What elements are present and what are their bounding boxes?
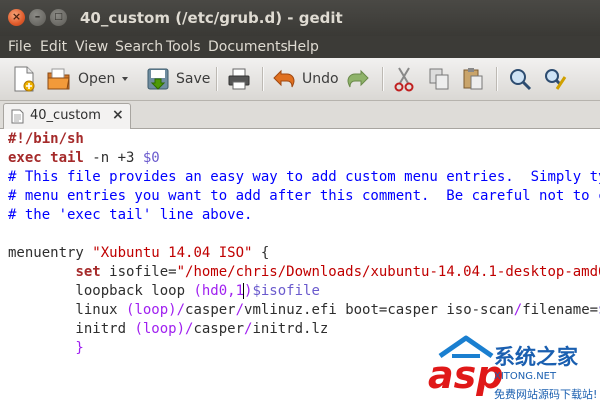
code-token: / — [235, 302, 245, 318]
replace-icon — [543, 67, 567, 91]
open-recent-dropdown[interactable] — [120, 63, 130, 95]
replace-button[interactable] — [543, 63, 567, 95]
code-token: loopback loop — [8, 283, 194, 299]
code-token: (hd0,1 — [193, 283, 245, 299]
toolbar-separator — [382, 67, 384, 91]
document-icon — [11, 109, 24, 128]
code-token: "/home/chris/Downloads/xubuntu-14.04.1-d… — [176, 264, 600, 280]
toolbar-separator — [262, 67, 264, 91]
code-token: set — [75, 264, 101, 280]
code-content: #!/bin/sh exec tail -n +3 $0 # This file… — [8, 130, 600, 358]
minimize-window-button[interactable]: – — [29, 9, 46, 26]
new-document-icon — [12, 65, 36, 93]
comment-line: # menu entries you want to add after thi… — [8, 188, 600, 204]
undo-button[interactable]: Undo — [272, 63, 339, 95]
open-label: Open — [78, 71, 116, 87]
copy-button[interactable] — [428, 63, 450, 95]
menu-bar: File Edit View Search Tools Documents He… — [0, 36, 600, 58]
watermark-brand: asp — [428, 353, 503, 397]
tab-label: 40_custom — [30, 108, 101, 123]
window-title: 40_custom (/etc/grub.d) - gedit — [80, 9, 343, 27]
maximize-icon: □ — [54, 12, 63, 22]
comment-line: # the 'exec tail' line above. — [8, 207, 253, 223]
tab-strip: 40_custom × — [0, 101, 600, 129]
menu-file[interactable]: File — [8, 36, 31, 58]
code-token: casper — [185, 302, 236, 318]
menu-view[interactable]: View — [75, 36, 108, 58]
minimize-icon: – — [34, 10, 41, 23]
paste-button[interactable] — [462, 63, 484, 95]
code-token: { — [252, 245, 270, 261]
dropdown-arrow-icon — [120, 74, 130, 84]
close-window-button[interactable]: × — [8, 9, 25, 26]
open-folder-icon — [46, 66, 72, 92]
code-token: vmlinuz.efi boot=casper iso-scan — [244, 302, 514, 318]
code-token: filename= — [522, 302, 599, 318]
gedit-window: × – □ 40_custom (/etc/grub.d) - gedit Fi… — [0, 0, 600, 405]
tab-40-custom[interactable]: 40_custom × — [3, 103, 131, 129]
code-token: menuentry — [8, 245, 93, 261]
undo-label: Undo — [302, 71, 339, 87]
code-token: } — [8, 340, 84, 356]
redo-icon — [346, 68, 370, 90]
undo-icon — [272, 68, 296, 90]
menu-documents[interactable]: Documents — [208, 36, 288, 58]
maximize-window-button[interactable]: □ — [50, 9, 67, 26]
title-bar[interactable]: × – □ 40_custom (/etc/grub.d) - gedit — [0, 0, 600, 36]
redo-button[interactable] — [346, 63, 370, 95]
menu-edit[interactable]: Edit — [40, 36, 67, 58]
print-button[interactable] — [227, 63, 251, 95]
menu-help[interactable]: Help — [287, 36, 319, 58]
watermark-domain: XITONG.NET — [494, 371, 557, 382]
save-icon — [146, 66, 170, 92]
save-button[interactable]: Save — [146, 63, 210, 95]
cut-button[interactable] — [393, 63, 415, 95]
code-token: $0 — [142, 150, 160, 166]
toolbar: Open Save Undo — [0, 58, 600, 101]
code-token: initrd — [8, 321, 135, 337]
watermark-cn: 系统之家 — [494, 345, 579, 369]
cut-icon — [393, 66, 415, 92]
comment-line: # This file provides an easy way to add … — [8, 169, 600, 185]
code-token: / — [513, 302, 523, 318]
code-token: "Xubuntu 14.04 ISO" — [92, 245, 253, 261]
copy-icon — [428, 67, 450, 91]
code-token: / — [176, 302, 186, 318]
toolbar-separator — [216, 67, 218, 91]
new-button[interactable] — [12, 63, 36, 95]
open-button[interactable]: Open — [46, 63, 115, 95]
code-token: (loop) — [126, 302, 177, 318]
code-token: isofile= — [100, 264, 177, 280]
print-icon — [227, 67, 251, 91]
paste-icon — [462, 67, 484, 91]
code-token: exec tail — [8, 150, 84, 166]
code-token: linux — [8, 302, 127, 318]
code-token: (loop) — [134, 321, 186, 337]
menu-search[interactable]: Search — [115, 36, 163, 58]
watermark-sub: 免费网站源码下载站! — [494, 387, 597, 401]
search-button[interactable] — [508, 63, 532, 95]
tab-close-button[interactable]: × — [112, 107, 124, 123]
save-label: Save — [176, 71, 211, 87]
menu-tools[interactable]: Tools — [166, 36, 201, 58]
watermark: asp 系统之家 XITONG.NET 免费网站源码下载站! — [428, 334, 600, 405]
code-token: initrd.lz — [252, 321, 329, 337]
close-icon: × — [11, 10, 22, 23]
code-token: -n +3 — [83, 150, 143, 166]
search-icon — [508, 67, 532, 91]
code-token: casper — [193, 321, 245, 337]
code-token: $isofile — [252, 283, 320, 299]
shebang: #!/bin/sh — [8, 131, 84, 147]
toolbar-separator — [496, 67, 498, 91]
